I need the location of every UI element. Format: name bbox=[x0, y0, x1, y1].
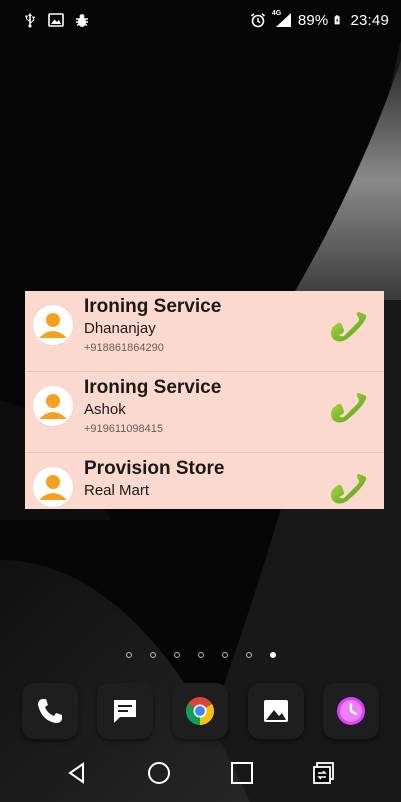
contact-phone: +918861864290 bbox=[84, 342, 164, 354]
contact-title: Ironing Service bbox=[84, 296, 222, 317]
page-dot[interactable] bbox=[173, 652, 180, 658]
contact-row[interactable]: Provision Store Real Mart bbox=[25, 453, 384, 509]
clock-app-icon[interactable] bbox=[323, 683, 380, 739]
home-icon[interactable] bbox=[146, 760, 172, 791]
switch-sim-icon[interactable] bbox=[311, 760, 337, 791]
call-phone-icon[interactable] bbox=[327, 303, 371, 347]
contacts-widget[interactable]: Ironing Service Dhananjay +918861864290 … bbox=[25, 291, 384, 509]
page-dot[interactable] bbox=[245, 652, 252, 658]
alarm-icon bbox=[250, 13, 265, 28]
phone-app-icon[interactable] bbox=[21, 683, 78, 739]
chrome-app-icon[interactable] bbox=[172, 683, 229, 739]
battery-percent: 89% bbox=[297, 11, 329, 29]
image-icon bbox=[48, 13, 64, 27]
navigation-bar bbox=[0, 748, 401, 802]
contact-row[interactable]: Ironing Service Dhananjay +918861864290 bbox=[25, 291, 384, 372]
contact-name: Ashok bbox=[84, 401, 126, 418]
contact-avatar-icon bbox=[33, 467, 73, 507]
contact-name: Real Mart bbox=[84, 482, 150, 499]
contact-title: Provision Store bbox=[84, 458, 225, 479]
contact-phone: +919611098415 bbox=[84, 423, 164, 435]
contact-avatar-icon bbox=[33, 386, 73, 426]
network-type-label: 4G bbox=[271, 10, 282, 17]
contact-title: Ironing Service bbox=[84, 377, 222, 398]
gallery-app-icon[interactable] bbox=[247, 683, 304, 739]
bug-icon bbox=[76, 14, 88, 27]
call-phone-icon[interactable] bbox=[327, 465, 371, 509]
back-icon[interactable] bbox=[64, 760, 90, 791]
status-bar: 4G 89% 23:49 bbox=[0, 0, 401, 40]
page-indicator bbox=[0, 646, 401, 664]
battery-charging-icon bbox=[335, 15, 341, 25]
app-dock bbox=[0, 680, 401, 742]
usb-icon bbox=[25, 13, 35, 28]
page-dot-active[interactable] bbox=[269, 652, 276, 658]
contact-avatar-icon bbox=[33, 305, 73, 345]
status-clock: 23:49 bbox=[350, 11, 389, 29]
contact-name: Dhananjay bbox=[84, 320, 156, 337]
page-dot[interactable] bbox=[221, 652, 228, 658]
page-dot[interactable] bbox=[197, 652, 204, 658]
messages-app-icon[interactable] bbox=[97, 683, 154, 739]
call-phone-icon[interactable] bbox=[327, 384, 371, 428]
signal-4g-icon: 4G bbox=[271, 10, 292, 28]
contact-row[interactable]: Ironing Service Ashok +919611098415 bbox=[25, 372, 384, 453]
page-dot[interactable] bbox=[149, 652, 156, 658]
page-dot[interactable] bbox=[125, 652, 132, 658]
recents-icon[interactable] bbox=[229, 760, 255, 791]
